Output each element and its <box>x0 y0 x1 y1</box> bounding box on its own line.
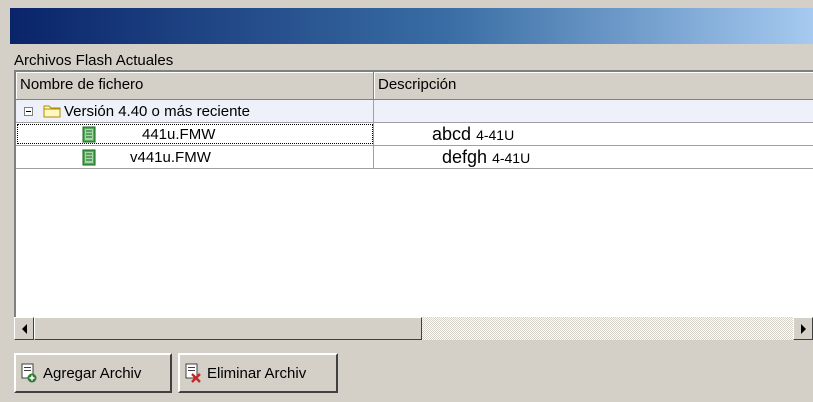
folder-icon <box>43 105 61 118</box>
column-header-description[interactable]: Descripción <box>374 72 813 100</box>
group-label: Archivos Flash Actuales <box>14 52 174 69</box>
file-description: defgh 4-41U <box>442 146 531 167</box>
remove-file-icon <box>185 363 201 383</box>
file-name: 441u.FMW <box>142 125 216 143</box>
file-description: abcd 4-41U <box>432 123 515 144</box>
horizontal-scrollbar[interactable] <box>14 317 813 340</box>
file-list[interactable]: Nombre de fichero Descripción Versión 4.… <box>14 70 813 340</box>
list-header: Nombre de fichero Descripción <box>16 72 813 100</box>
file-name: v441u.FMW <box>130 148 211 166</box>
remove-file-button[interactable]: Eliminar Archiv <box>178 353 338 393</box>
collapse-icon[interactable] <box>24 106 33 116</box>
add-file-label: Agregar Archiv <box>43 364 142 382</box>
firmware-file-icon <box>82 149 96 165</box>
table-row[interactable]: v441u.FMW defgh 4-41U <box>16 146 813 169</box>
scroll-thumb[interactable] <box>34 317 422 340</box>
tree-group-row[interactable]: Versión 4.40 o más reciente <box>16 100 813 123</box>
group-label-text: Versión 4.40 o más reciente <box>64 102 250 120</box>
title-bar <box>10 8 813 44</box>
firmware-file-icon <box>82 126 96 142</box>
add-file-icon <box>21 363 37 383</box>
scroll-right-button[interactable] <box>793 317 813 340</box>
arrow-left-icon <box>21 323 27 334</box>
scroll-left-button[interactable] <box>14 317 34 340</box>
table-row[interactable]: 441u.FMW abcd 4-41U <box>16 123 813 146</box>
column-header-filename[interactable]: Nombre de fichero <box>16 72 374 100</box>
remove-file-label: Eliminar Archiv <box>207 364 307 382</box>
add-file-button[interactable]: Agregar Archiv <box>14 353 172 393</box>
arrow-right-icon <box>800 323 806 334</box>
